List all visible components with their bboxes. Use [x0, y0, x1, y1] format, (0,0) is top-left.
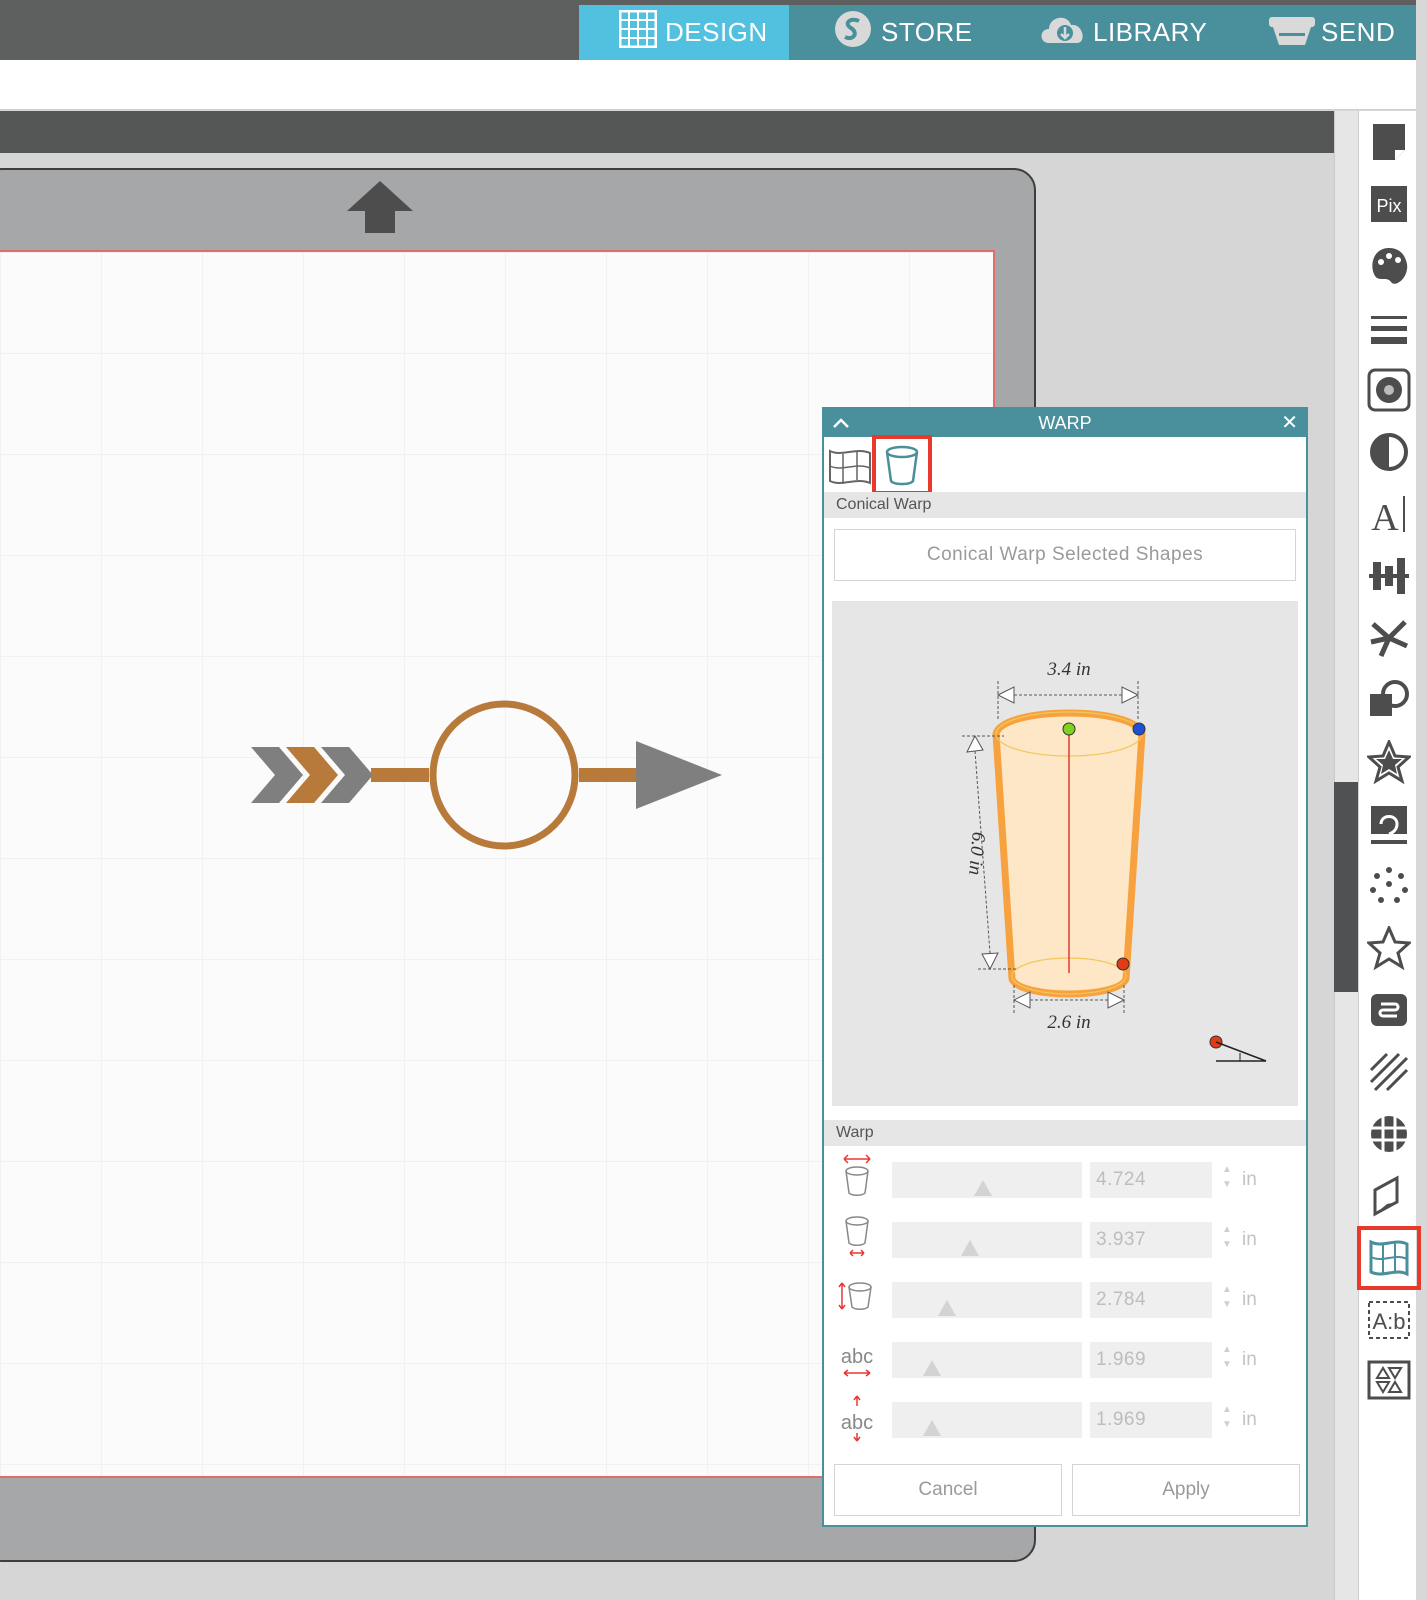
- warp-panel-title: WARP: [824, 409, 1306, 437]
- knife-icon[interactable]: [1367, 926, 1411, 970]
- bottom-width-input[interactable]: 3.937: [1090, 1222, 1212, 1258]
- unit-label: in: [1242, 1229, 1257, 1250]
- nav-tabs: DESIGN STORE LIBRARY SEND: [579, 5, 1416, 60]
- conical-warp-preview[interactable]: 3.4 in 6.0 in 2.6 in: [832, 601, 1298, 1106]
- stepper-icon[interactable]: ▲ ▼: [1220, 1222, 1234, 1258]
- top-width-label: 3.4 in: [1046, 659, 1090, 680]
- transparency-icon[interactable]: [1367, 430, 1411, 474]
- text-style-icon[interactable]: A: [1367, 492, 1411, 536]
- app-root: { "nav": { "tabs": [ {"label": "DESIGN",…: [0, 0, 1427, 1600]
- offset-icon[interactable]: [1367, 740, 1411, 784]
- height-slider[interactable]: [892, 1282, 1082, 1318]
- conical-warp-selected-shapes-button[interactable]: Conical Warp Selected Shapes: [834, 529, 1296, 581]
- bottom-width-row: 3.937 ▲ ▼ in: [832, 1213, 1302, 1263]
- unit-label: in: [1242, 1289, 1257, 1310]
- top-width-row: 4.724 ▲ ▼ in: [832, 1153, 1302, 1203]
- tab-store-label: STORE: [881, 17, 973, 47]
- tab-design[interactable]: DESIGN: [579, 5, 789, 60]
- mesh-warp-icon: [829, 449, 871, 485]
- 3d-fold-icon[interactable]: [1367, 1174, 1411, 1218]
- silhouette-s-icon: [833, 9, 873, 56]
- tab-library[interactable]: LIBRARY: [999, 5, 1219, 60]
- slider-handle[interactable]: [961, 1240, 979, 1256]
- cloud-download-icon: [1037, 9, 1091, 56]
- modify-icon[interactable]: [1367, 678, 1411, 722]
- tab-design-label: DESIGN: [665, 17, 768, 47]
- cup-icon: [885, 445, 919, 486]
- slider-handle[interactable]: [938, 1300, 956, 1316]
- stepper-icon[interactable]: ▲ ▼: [1220, 1342, 1234, 1378]
- vertical-scrollbar-thumb[interactable]: [1334, 782, 1358, 992]
- cup-bottom-width-icon: [845, 1216, 869, 1257]
- text-to-path-icon[interactable]: A:b: [1367, 1298, 1411, 1342]
- cup-height-icon: [838, 1282, 872, 1310]
- apply-button[interactable]: Apply: [1072, 1464, 1300, 1516]
- text-height-row: abc 1.969 ▲ ▼ in: [832, 1393, 1302, 1443]
- text-height-icon: abc: [841, 1395, 873, 1442]
- slider-handle[interactable]: [974, 1180, 992, 1196]
- tab-send[interactable]: SEND: [1219, 5, 1416, 60]
- top-width-slider[interactable]: [892, 1162, 1082, 1198]
- trace-icon[interactable]: [1367, 802, 1411, 846]
- secondary-toolbar: [0, 60, 1416, 110]
- tab-library-label: LIBRARY: [1093, 17, 1208, 47]
- close-icon[interactable]: ✕: [1281, 409, 1298, 437]
- collapse-chevron-icon[interactable]: [832, 409, 850, 445]
- line-style-icon[interactable]: [1367, 306, 1411, 350]
- cup-top-width-icon: [843, 1154, 871, 1196]
- unit-label: in: [1242, 1169, 1257, 1190]
- stepper-icon[interactable]: ▲ ▼: [1220, 1162, 1234, 1198]
- text-width-input[interactable]: 1.969: [1090, 1342, 1212, 1378]
- point-edit-icon[interactable]: [1367, 864, 1411, 908]
- slider-handle[interactable]: [923, 1360, 941, 1376]
- grid-icon: [618, 9, 658, 55]
- pixscan-icon[interactable]: Pix: [1367, 182, 1411, 226]
- feed-direction-arrow-icon: [347, 181, 413, 238]
- fill-color-icon[interactable]: [1367, 244, 1411, 288]
- image-effects-icon[interactable]: [1367, 1112, 1411, 1156]
- cup-diagram: 3.4 in 6.0 in 2.6 in: [962, 659, 1267, 1062]
- unit-label: in: [1242, 1409, 1257, 1430]
- transform-icon[interactable]: [1367, 988, 1411, 1032]
- svg-text:abc: abc: [841, 1412, 873, 1434]
- sketch-icon[interactable]: [1367, 1050, 1411, 1094]
- svg-text:abc: abc: [841, 1346, 873, 1368]
- warp-section-label: Warp: [824, 1120, 1306, 1146]
- height-label: 6.0 in: [964, 831, 989, 876]
- library-triangles-icon[interactable]: [1367, 1360, 1411, 1404]
- unit-label: in: [1242, 1349, 1257, 1370]
- tab-store[interactable]: STORE: [789, 5, 999, 60]
- tab-send-label: SEND: [1321, 17, 1396, 47]
- slider-handle[interactable]: [923, 1420, 941, 1436]
- top-width-input[interactable]: 4.724: [1090, 1162, 1212, 1198]
- stepper-icon[interactable]: ▲ ▼: [1220, 1282, 1234, 1318]
- align-icon[interactable]: [1367, 554, 1411, 598]
- fill-pattern-icon[interactable]: [1367, 368, 1411, 412]
- text-width-row: abc 1.969 ▲ ▼ in: [832, 1333, 1302, 1383]
- svg-text:A: A: [1371, 497, 1399, 536]
- canvas-header-strip: [0, 111, 1334, 153]
- text-width-icon: abc: [841, 1346, 873, 1377]
- page-setup-icon[interactable]: [1367, 120, 1411, 164]
- warp-grid-tab[interactable]: [828, 443, 872, 487]
- cancel-button[interactable]: Cancel: [834, 1464, 1062, 1516]
- height-row: 2.784 ▲ ▼ in: [832, 1273, 1302, 1323]
- height-input[interactable]: 2.784: [1090, 1282, 1212, 1318]
- stepper-icon[interactable]: ▲ ▼: [1220, 1402, 1234, 1438]
- cutter-icon: [1265, 9, 1319, 56]
- warp-icon[interactable]: [1357, 1226, 1421, 1290]
- replicate-icon[interactable]: [1367, 616, 1411, 660]
- text-width-slider[interactable]: [892, 1342, 1082, 1378]
- bottom-width-slider[interactable]: [892, 1222, 1082, 1258]
- warp-panel: WARP ✕ Conical Warp Conical Warp Selecte…: [822, 407, 1308, 1527]
- text-height-slider[interactable]: [892, 1402, 1082, 1438]
- bottom-width-label: 2.6 in: [1047, 1012, 1090, 1033]
- arrow-design-shape[interactable]: [245, 695, 725, 855]
- top-navbar: DESIGN STORE LIBRARY SEND: [0, 0, 1416, 60]
- conical-warp-tab[interactable]: [872, 435, 932, 495]
- svg-text:Pix: Pix: [1376, 196, 1401, 216]
- svg-text:A:b: A:b: [1372, 1309, 1405, 1334]
- text-height-input[interactable]: 1.969: [1090, 1402, 1212, 1438]
- conical-warp-section-label: Conical Warp: [824, 492, 1306, 518]
